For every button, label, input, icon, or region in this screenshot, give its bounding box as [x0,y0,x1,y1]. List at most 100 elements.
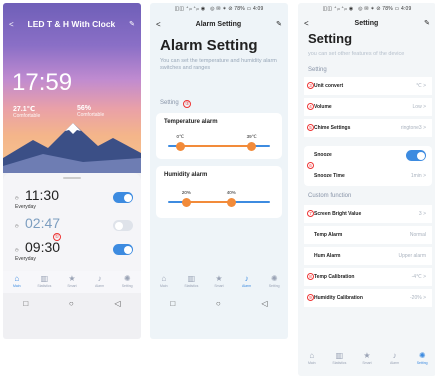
tab-smart[interactable]: ★ Smart [207,274,231,288]
tab-bar: ⌂ Main ▥ Statistics ★ Smart ♪ Alarm ✺ Setting [3,271,141,293]
alarm-item[interactable]: ◷ 11:30 Everyday [15,187,133,213]
row-value: -20% > [410,295,426,301]
edit-icon[interactable]: ✎ [129,20,135,28]
tab-statistics[interactable]: ▥ Statistics [32,274,56,288]
recent-apps-icon[interactable]: □ [170,299,175,308]
alarm-item[interactable]: ◷ 02:47 [15,215,133,241]
slider-knob-low[interactable] [181,197,191,207]
alarm-item[interactable]: ◷ 09:30 Everyday [15,239,133,265]
setting-row-temp-calibration[interactable]: 8 Temp Calibration -4℃ > [304,268,432,286]
alarm-clock-icon: ◷ [15,247,19,252]
row-value: ringtone3 > [400,125,426,131]
setting-row-unit-convert[interactable]: 3 Unit convert ℃ > [304,77,432,95]
tab-main[interactable]: ⌂ Main [300,351,324,365]
tab-alarm[interactable]: ♪ Alarm [235,274,259,288]
section-label: Setting [308,67,327,73]
home-nav-icon[interactable]: ○ [69,299,74,308]
slider-knob-low[interactable] [175,141,185,151]
alarm-toggle[interactable] [113,244,133,255]
tab-bar: ⌂ Main ▥ Statistics ★ Smart ♪ Alarm ✺ Setting [298,348,435,370]
humidity-value: 56% [77,105,92,112]
humidity-status: Comfortable [77,112,105,118]
tab-main[interactable]: ⌂ Main [5,274,29,288]
clock-display: 17:59 [12,69,73,96]
status-left: ◫◫ ⁺ᵢₗₗ ⁺ᵢₗₗ ◉ [322,6,354,12]
row-label: Humidity Calibration [314,295,363,301]
humidity-alarm-title: Humidity alarm [164,172,208,178]
tab-label: Setting [268,284,280,288]
row-value: 3 > [418,211,426,217]
chart-icon: ▥ [40,274,49,283]
star-icon: ★ [215,274,223,283]
tab-smart[interactable]: ★ Smart [355,351,379,365]
tab-bar: ⌂ Main ▥ Statistics ★ Smart ♪ Alarm ✺ Setting [150,271,288,293]
tab-smart[interactable]: ★ Smart [60,274,84,288]
page-title: Setting [308,31,353,46]
alarm-toggle[interactable] [113,192,133,203]
tab-alarm[interactable]: ♪ Alarm [88,274,112,288]
back-nav-icon[interactable]: ◁ [261,299,267,308]
tab-alarm[interactable]: ♪ Alarm [383,351,407,365]
slider-knob-high[interactable] [226,197,236,207]
setting-row-humidity-calibration[interactable]: 9 Humidity Calibration -20% > [304,289,432,307]
callout-marker: ② [183,100,192,108]
edit-icon[interactable]: ✎ [424,19,430,27]
top-bar: < LED T & H With Clock ✎ [3,15,141,33]
alarm-repeat: Everyday [15,256,36,262]
drag-handle[interactable] [63,177,81,179]
tab-label: Smart [67,284,77,288]
tab-label: Alarm [390,361,400,365]
tab-main[interactable]: ⌂ Main [152,274,176,288]
row-label: Unit convert [314,83,344,89]
setting-row-screen-bright[interactable]: 7 Screen Bright Value 3 > [304,205,432,223]
snooze-toggle[interactable] [406,150,426,161]
back-icon[interactable]: < [156,20,161,29]
status-right: ◎ ✉ ✶ ⊘ 78% ▭ 4:09 [358,6,412,12]
edit-icon[interactable]: ✎ [276,20,282,28]
low-value: 20% [181,190,191,195]
page-subtitle: you can set other features of the device [308,51,405,57]
tab-statistics[interactable]: ▥ Statistics [327,351,351,365]
row-value: Upper alarm [398,253,426,259]
callout-marker: 9 [307,294,314,301]
slider-knob-high[interactable] [247,141,257,151]
setting-row-chime[interactable]: 5 Chime Settings ringtone3 > [304,119,432,137]
status-left: ◫◫ ⁺ᵢₗₗ ⁺ᵢₗₗ ◉ [174,6,206,12]
mountain-illustration [3,123,141,173]
back-nav-icon[interactable]: ◁ [114,299,120,308]
home-nav-icon[interactable]: ○ [216,299,221,308]
back-icon[interactable]: < [9,20,14,29]
row-label: Temp Calibration [314,274,355,280]
tab-label: Alarm [242,284,252,288]
temperature-alarm-card: Temperature alarm 0℃ 39℃ [156,113,282,159]
header-title: Alarm Setting [195,20,242,28]
star-icon: ★ [363,351,371,360]
alarm-toggle[interactable] [113,220,133,231]
row-label: Temp Alarm [314,232,343,238]
snooze-time-label[interactable]: Snooze Time [314,173,345,179]
callout-marker: 3 [307,82,314,89]
tab-setting[interactable]: ✺ Setting [115,274,139,288]
tab-statistics[interactable]: ▥ Statistics [179,274,203,288]
tab-label: Statistics [184,284,199,288]
setting-row-hum-alarm[interactable]: Hum Alarm Upper alarm [304,247,432,265]
setting-row-temp-alarm[interactable]: Temp Alarm Normal [304,226,432,244]
tab-setting[interactable]: ✺ Setting [410,351,434,365]
home-icon: ⌂ [14,274,20,283]
alarm-clock-icon: ◷ [15,223,19,228]
back-icon[interactable]: < [304,19,309,28]
snooze-card: Snooze 6 Snooze Time 1min > [304,146,432,186]
temperature-range-slider[interactable]: 0℃ 39℃ [168,134,270,151]
row-label: Hum Alarm [314,253,341,259]
snooze-label: Snooze [314,152,332,158]
alarm-time: 09:30 [25,239,61,255]
callout-marker: 6 [307,162,314,169]
status-right: ◎ ✉ ✶ ⊘ 78% ▭ 4:09 [210,6,264,12]
setting-row-volume[interactable]: 4 Volume Low > [304,98,432,116]
humidity-range-slider[interactable]: 20% 40% [168,190,270,207]
recent-apps-icon[interactable]: □ [23,299,28,308]
row-value: -4℃ > [411,274,426,280]
snooze-time-value[interactable]: 1min > [411,173,426,179]
tab-setting[interactable]: ✺ Setting [262,274,286,288]
alarm-clock-icon: ◷ [15,195,19,200]
